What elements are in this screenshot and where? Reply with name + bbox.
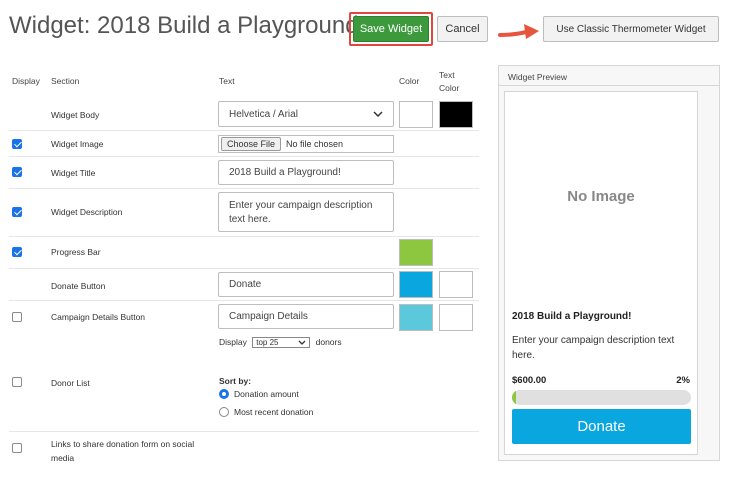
progress-bar-checkbox[interactable] [12,247,22,257]
donor-count-select-value: top 25 [256,338,279,348]
font-select-value: Helvetica / Arial [229,108,298,120]
widget-body-text-color-swatch[interactable] [439,101,473,128]
donate-button-color-swatch[interactable] [399,271,433,298]
widget-description-textarea[interactable]: Enter your campaign description text her… [218,192,394,232]
column-header-text-color-line2: Color [439,83,460,93]
chevron-down-icon [298,340,306,346]
column-header-display: Display [12,76,40,86]
column-header-text: Text [219,76,235,86]
progress-bar-color-swatch[interactable] [399,239,433,266]
sort-most-recent-label: Most recent donation [234,407,314,417]
campaign-details-text-input[interactable]: Campaign Details [218,304,394,329]
widget-body-color-swatch[interactable] [399,101,433,128]
row-divider [9,431,479,432]
social-links-checkbox[interactable] [12,443,22,453]
preview-description: Enter your campaign description text her… [512,335,675,361]
campaign-details-checkbox[interactable] [12,312,22,322]
no-image-placeholder: No Image [567,188,635,205]
widget-image-file-input[interactable]: Choose File No file chosen [218,135,394,153]
sort-donation-amount-radio[interactable] [219,389,229,399]
section-label-widget-image: Widget Image [51,139,104,149]
donor-list-checkbox[interactable] [12,377,22,387]
font-select[interactable]: Helvetica / Arial [218,101,394,127]
preview-progress-fill [512,390,516,405]
section-label-progress-bar: Progress Bar [51,247,101,257]
social-label-line1: Links to share donation form on social [51,439,195,449]
row-divider [9,300,479,301]
page-title: Widget: 2018 Build a Playground! [9,12,366,39]
preview-title: 2018 Build a Playground! [512,311,632,322]
donate-button-text-input[interactable]: Donate [218,272,394,297]
donor-display-suffix: donors [315,337,342,347]
widget-preview-panel: Widget Preview No Image 2018 Build a Pla… [498,65,720,461]
save-button-highlight: Save Widget [349,12,433,46]
file-status-text: No file chosen [286,139,344,149]
sort-most-recent-radio[interactable] [219,407,229,417]
preview-donate-button[interactable]: Donate [512,409,691,444]
choose-file-button[interactable]: Choose File [221,137,282,151]
campaign-details-text-color-swatch[interactable] [439,304,473,331]
section-label-campaign-details-button: Campaign Details Button [51,312,146,322]
campaign-details-color-swatch[interactable] [399,304,433,331]
preview-percent: 2% [676,375,690,386]
row-divider [9,130,479,131]
sort-donation-amount-label: Donation amount [234,389,299,399]
donor-count-select[interactable]: top 25 [252,337,311,349]
row-divider [9,236,479,237]
donor-display-prefix: Display [219,337,247,347]
widget-preview-card: No Image 2018 Build a Playground! Enter … [504,91,698,455]
use-classic-thermometer-button[interactable]: Use Classic Thermometer Widget [543,16,719,42]
cancel-button[interactable]: Cancel [437,16,488,42]
section-label-widget-body: Widget Body [51,110,100,120]
column-header-text-color-line1: Text [439,70,455,80]
row-divider [9,268,479,269]
widget-title-input[interactable]: 2018 Build a Playground! [218,160,394,185]
donate-button-text-color-swatch[interactable] [439,271,473,298]
pointer-arrow-icon [498,24,539,39]
widget-title-checkbox[interactable] [12,167,22,177]
widget-preview-heading: Widget Preview [499,66,719,86]
section-label-donate-button: Donate Button [51,281,106,291]
widget-description-checkbox[interactable] [12,207,22,217]
column-header-section: Section [51,76,80,86]
row-divider [9,188,479,189]
preview-progress-bar [512,390,691,405]
widget-image-checkbox[interactable] [12,139,22,149]
social-label-line2: media [51,453,75,463]
section-label-widget-description: Widget Description [51,207,123,217]
donor-display-control: Display top 25 donors [219,337,342,349]
section-label-donor-list: Donor List [51,378,90,388]
section-label-social-links: Links to share donation form on social m… [51,437,194,465]
row-divider [9,156,479,157]
section-label-widget-title: Widget Title [51,168,96,178]
sort-by-label: Sort by: [219,376,252,386]
chevron-down-icon [373,111,383,117]
save-widget-button[interactable]: Save Widget [353,16,429,42]
preview-amount-raised: $600.00 [512,375,547,386]
column-header-color: Color [399,76,420,86]
